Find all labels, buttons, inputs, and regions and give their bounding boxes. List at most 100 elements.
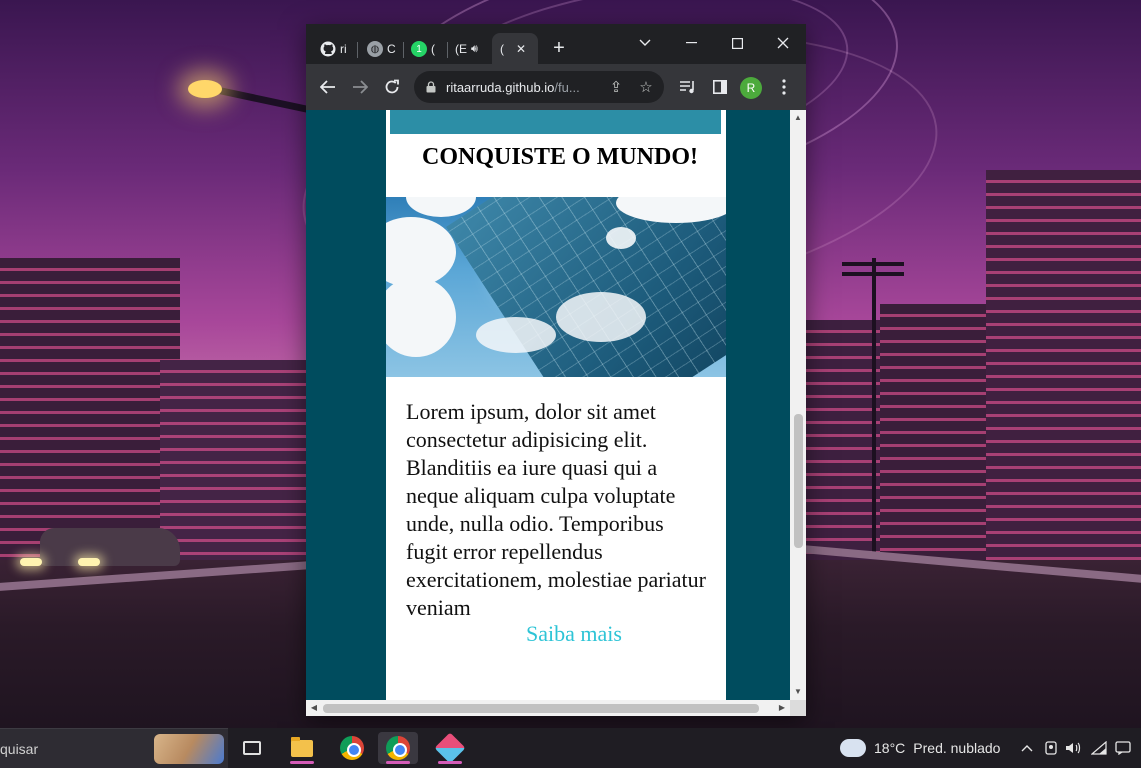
search-placeholder: quisar: [0, 740, 39, 757]
cloudy-weather-icon: [840, 733, 866, 757]
scroll-up-icon[interactable]: ▲: [790, 110, 806, 126]
chrome-button[interactable]: [332, 732, 372, 764]
taskbar-search[interactable]: quisar: [0, 728, 228, 768]
maximize-icon: [731, 37, 743, 49]
weather-widget[interactable]: 18°C Pred. nublado: [840, 728, 1000, 768]
tab-separator: [403, 42, 404, 58]
page-viewport: CONQUISTE O MUNDO! Lorem ipsum, dolor si…: [306, 110, 806, 716]
arrow-right-icon: [353, 80, 368, 94]
camera-icon[interactable]: [1042, 739, 1060, 757]
wallpaper-pole-bar: [842, 262, 904, 266]
task-view-icon: [243, 741, 261, 755]
image-cloud: [606, 227, 636, 249]
tab-label: (E: [455, 42, 467, 56]
tab-audio[interactable]: (E 🔊︎: [455, 38, 478, 60]
close-window-button[interactable]: [760, 28, 806, 58]
chrome-profile-icon: [386, 736, 410, 760]
tab-search-dropdown[interactable]: [622, 28, 668, 58]
image-cloud: [476, 317, 556, 353]
reload-button[interactable]: [380, 75, 404, 99]
back-button[interactable]: [316, 75, 340, 99]
wallpaper-pole-bar: [842, 272, 904, 276]
chrome-profile-button[interactable]: [378, 732, 418, 764]
horizontal-scroll-thumb[interactable]: [323, 704, 759, 713]
playlist-music-icon: [680, 81, 694, 94]
image-tower: [446, 197, 726, 377]
vertical-scrollbar[interactable]: ▲ ▼: [790, 110, 806, 700]
image-cloud: [556, 292, 646, 342]
tab-label: C: [387, 42, 396, 56]
skyscraper-image: [386, 197, 726, 377]
taskbar: quisar 18°C Pred. nublado: [0, 728, 1141, 768]
content-card: CONQUISTE O MUNDO! Lorem ipsum, dolor si…: [386, 110, 726, 700]
browser-toolbar: ritaarruda.github.io/fu... ⇪ ☆ R: [306, 64, 806, 110]
volume-icon[interactable]: [1064, 739, 1082, 757]
scroll-right-icon[interactable]: ▶: [774, 700, 790, 716]
wallpaper-car-light: [78, 558, 100, 566]
url-text: ritaarruda.github.io/fu...: [446, 80, 594, 95]
wallpaper-car-light: [20, 558, 42, 566]
globe-icon: ◍: [367, 41, 383, 57]
wallpaper-building: [0, 258, 180, 568]
browser-window: ri ◍ C 1 ( (E 🔊︎ ( ✕ + ritaarruda.github…: [306, 24, 806, 716]
notification-badge: 1: [416, 43, 422, 55]
chrome-icon: [340, 736, 364, 760]
file-explorer-button[interactable]: [282, 732, 322, 764]
minimize-icon: [685, 42, 697, 44]
card-body-text: Lorem ipsum, dolor sit amet consectetur …: [406, 399, 706, 620]
search-highlight-image[interactable]: [154, 734, 224, 764]
running-indicator: [438, 761, 462, 764]
side-panel-button[interactable]: [708, 75, 732, 99]
speaker-icon: 🔊︎: [471, 42, 478, 55]
scroll-left-icon[interactable]: ◀: [306, 700, 322, 716]
whatsapp-icon: 1: [411, 41, 427, 57]
tab-label: (: [500, 41, 504, 56]
share-icon[interactable]: ⇪: [606, 77, 626, 97]
wifi-icon[interactable]: [1090, 739, 1108, 757]
wallpaper-building: [986, 170, 1141, 560]
address-bar[interactable]: ritaarruda.github.io/fu... ⇪ ☆: [414, 71, 664, 103]
url-host: ritaarruda.github.io: [446, 79, 555, 95]
tab-whatsapp[interactable]: 1 (: [411, 38, 435, 60]
saiba-mais-link[interactable]: Saiba mais: [526, 621, 622, 647]
minimize-button[interactable]: [668, 28, 714, 58]
wallpaper-building: [160, 360, 310, 560]
kebab-menu-icon: [782, 79, 786, 95]
image-cloud: [386, 277, 456, 357]
scrollbar-corner: [790, 700, 806, 716]
git-app-button[interactable]: [430, 732, 470, 764]
reload-icon: [385, 79, 399, 94]
url-path: /fu...: [554, 79, 580, 95]
notification-icon[interactable]: [1114, 739, 1132, 757]
tab-separator: [357, 42, 358, 58]
media-control-button[interactable]: [676, 75, 700, 99]
tab-github[interactable]: ri: [320, 38, 347, 60]
arrow-left-icon: [320, 80, 335, 94]
maximize-button[interactable]: [714, 28, 760, 58]
menu-button[interactable]: [772, 75, 796, 99]
chevron-up-icon[interactable]: [1018, 739, 1036, 757]
folder-icon: [291, 736, 313, 757]
profile-avatar[interactable]: R: [740, 77, 762, 99]
github-icon: [320, 41, 336, 57]
chevron-down-icon: [639, 39, 651, 46]
horizontal-scrollbar[interactable]: ◀ ▶: [306, 700, 790, 716]
tab-strip: ri ◍ C 1 ( (E 🔊︎ ( ✕ +: [306, 24, 806, 64]
vertical-scroll-thumb[interactable]: [794, 414, 803, 548]
tab-separator: [447, 42, 448, 58]
lock-icon: [426, 81, 436, 93]
close-icon: [777, 37, 789, 49]
wallpaper-building: [880, 304, 990, 560]
close-tab-icon[interactable]: ✕: [516, 42, 526, 56]
git-icon: [434, 732, 466, 764]
wallpaper-pole: [872, 258, 876, 558]
bookmark-star-icon[interactable]: ☆: [636, 77, 656, 97]
side-panel-icon: [713, 80, 727, 94]
task-view-button[interactable]: [232, 732, 272, 764]
running-indicator: [290, 761, 314, 764]
scroll-down-icon[interactable]: ▼: [790, 684, 806, 700]
forward-button[interactable]: [348, 75, 372, 99]
new-tab-button[interactable]: +: [548, 37, 570, 59]
tab-globe[interactable]: ◍ C: [367, 38, 396, 60]
tab-active[interactable]: ( ✕: [492, 33, 538, 64]
